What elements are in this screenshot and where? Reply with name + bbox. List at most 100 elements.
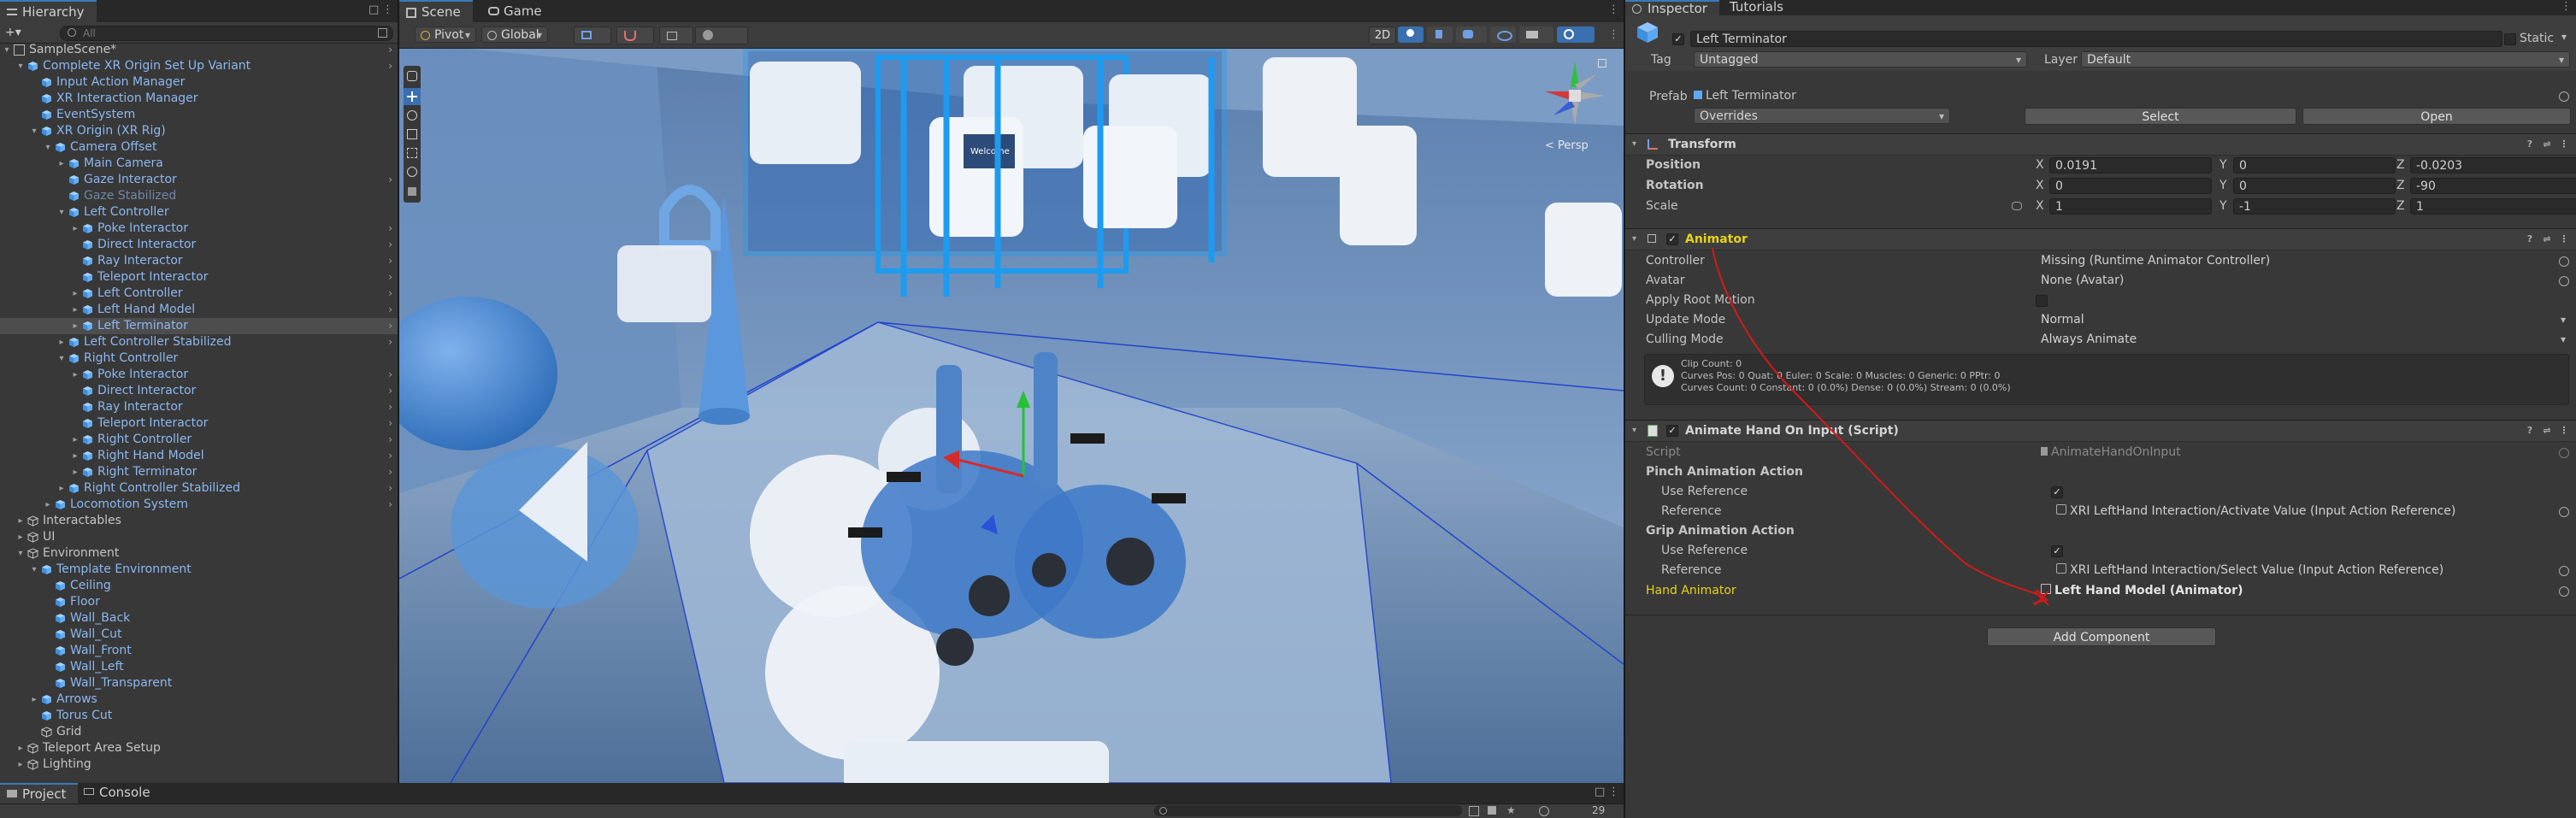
transform-header[interactable]: ▾ Transform ? ⇌ ⋮ [1625,133,2576,156]
favorite-icon[interactable]: ★ [1506,804,1516,816]
hierarchy-item[interactable]: ▸ Poke Interactor › [0,221,398,237]
hierarchy-item[interactable]: Wall_Cut [0,627,398,643]
collapse-arrow-icon[interactable]: ▸ [15,529,26,545]
axis-z-label[interactable]: Z [2396,156,2405,175]
expand-arrow-icon[interactable]: ▾ [15,545,26,562]
hierarchy-item[interactable]: ▾ Template Environment [0,562,398,578]
constrain-proportions-icon[interactable] [2012,202,2022,210]
hierarchy-item[interactable]: ▾ XR Origin (XR Rig) [0,123,398,139]
axis-x-label[interactable]: X [2036,156,2044,175]
open-prefab-arrow-icon[interactable]: › [388,302,392,318]
pinch-use-reference-checkbox[interactable]: ✓ [2051,486,2063,498]
hierarchy-item[interactable]: ▸ Right Terminator › [0,464,398,480]
filter-type-icon[interactable] [1469,806,1479,816]
presets-icon[interactable]: ⇌ [2542,234,2552,244]
hierarchy-item[interactable]: ▸ Arrows [0,691,398,708]
filter-label-icon[interactable] [1488,806,1496,815]
axis-x-label[interactable]: X [2036,176,2044,196]
transform-y-field[interactable]: 0 [2233,157,2396,174]
transform-y-field[interactable]: -1 [2233,198,2396,215]
transform-z-field[interactable]: -90 [2410,178,2576,194]
collapse-arrow-icon[interactable]: ▸ [43,497,53,513]
hierarchy-item[interactable]: Floor [0,594,398,610]
pinch-reference-field[interactable]: XRI LeftHand Interaction/Activate Value … [2051,503,2549,520]
gizmos-button[interactable] [1557,26,1595,43]
hierarchy-item[interactable]: Wall_Left [0,659,398,675]
hierarchy-item[interactable]: Direct Interactor › [0,383,398,399]
hierarchy-item[interactable]: ▾ Right Controller [0,350,398,367]
component-menu-icon[interactable]: ⋮ [2559,426,2569,436]
hierarchy-item[interactable]: ▾ Camera Offset [0,139,398,156]
help-icon[interactable]: ? [2525,139,2535,150]
grip-reference-field[interactable]: XRI LeftHand Interaction/Select Value (I… [2051,562,2549,579]
collapse-arrow-icon[interactable]: ▸ [70,464,80,480]
axis-y-label[interactable]: Y [2219,197,2227,216]
axis-z-label[interactable]: Z [2396,197,2405,216]
animator-enabled-checkbox[interactable]: ✓ [1666,233,1678,245]
orientation-gizmo[interactable]: < Persp [1536,57,1613,160]
hierarchy-item[interactable]: Ceiling [0,578,398,594]
open-prefab-arrow-icon[interactable]: › [388,237,392,253]
expand-arrow-icon[interactable]: ▾ [56,350,67,367]
hierarchy-item[interactable]: ▸ Teleport Area Setup [0,740,398,756]
hierarchy-item[interactable]: ▸ Left Hand Model › [0,302,398,318]
transform-z-field[interactable]: 1 [2410,198,2576,215]
scene-toolbar-menu-icon[interactable]: ⋮ [1608,28,1619,42]
rect-tool-icon[interactable] [407,148,417,158]
hierarchy-item[interactable]: Torus Cut [0,708,398,724]
static-dropdown[interactable]: ▾ [2561,31,2567,43]
hierarchy-item[interactable]: ▸ Right Controller Stabilized › [0,480,398,497]
open-prefab-arrow-icon[interactable]: › [388,399,392,415]
collapse-arrow-icon[interactable]: ▸ [56,156,67,172]
hierarchy-item[interactable]: Teleport Interactor › [0,269,398,285]
hierarchy-item[interactable]: Gaze Interactor › [0,172,398,188]
presets-icon[interactable]: ⇌ [2542,426,2552,436]
collapse-arrow-icon[interactable]: ▸ [70,302,80,318]
object-picker-icon[interactable] [2559,586,2569,597]
hierarchy-item[interactable]: Grid [0,724,398,740]
camera-settings-button[interactable] [1519,26,1553,43]
hierarchy-item[interactable]: ▸ Left Terminator › [0,318,398,334]
increment-snap-button[interactable] [616,26,654,44]
collapse-arrow-icon[interactable]: ▸ [70,285,80,302]
controller-field[interactable]: Missing (Runtime Animator Controller) [2036,253,2549,269]
hierarchy-item[interactable]: ▸ Right Hand Model › [0,448,398,464]
hierarchy-item[interactable]: ▸ Left Controller Stabilized › [0,334,398,350]
collapse-arrow-icon[interactable]: ▸ [56,480,67,497]
open-prefab-arrow-icon[interactable]: › [388,58,392,74]
kebab-menu-icon[interactable]: ⋮ [382,3,393,17]
active-checkbox[interactable]: ✓ [1672,33,1684,45]
tab-scene[interactable]: Scene [399,0,473,22]
help-icon[interactable]: ? [2525,426,2535,436]
custom-tool-icon[interactable] [408,187,416,196]
prefab-open-button[interactable]: Open [2302,108,2571,125]
hierarchy-item[interactable]: ▸ Poke Interactor › [0,367,398,383]
axis-y-label[interactable]: Y [2219,176,2227,196]
hierarchy-item[interactable]: ▸ Main Camera [0,156,398,172]
object-picker-icon[interactable] [2559,566,2569,576]
collapse-arrow-icon[interactable]: ▸ [70,318,80,334]
search-settings-icon[interactable] [378,28,387,38]
transform-z-field[interactable]: -0.0203 [2410,157,2576,174]
audio-button[interactable] [1427,26,1453,43]
hierarchy-item[interactable]: ▾ Environment [0,545,398,562]
layer-dropdown[interactable]: Default [2081,51,2570,68]
tab-hierarchy[interactable]: Hierarchy [0,0,97,22]
update-mode-dropdown[interactable]: Normal [2036,312,2571,328]
tab-project[interactable]: Project [0,783,79,803]
collapse-arrow-icon[interactable]: ▸ [15,740,26,756]
open-prefab-arrow-icon[interactable]: › [388,334,392,350]
object-picker-icon[interactable] [2559,276,2569,286]
rotate-tool-icon[interactable] [407,110,417,121]
hierarchy-item[interactable]: Teleport Interactor › [0,415,398,432]
collapse-arrow-icon[interactable]: ▸ [29,691,39,708]
transform-x-field[interactable]: 1 [2049,198,2212,215]
kebab-menu-icon[interactable]: ⋮ [1608,3,1619,17]
collapse-arrow-icon[interactable]: ▸ [15,513,26,529]
scene-lighting-button[interactable] [1398,26,1424,43]
collapse-arrow-icon[interactable]: ▸ [56,334,67,350]
open-prefab-arrow-icon[interactable]: › [388,383,392,399]
hierarchy-item[interactable]: XR Interaction Manager [0,91,398,107]
hierarchy-item[interactable]: Wall_Transparent [0,675,398,691]
hierarchy-item[interactable]: ▸ Right Controller › [0,432,398,448]
